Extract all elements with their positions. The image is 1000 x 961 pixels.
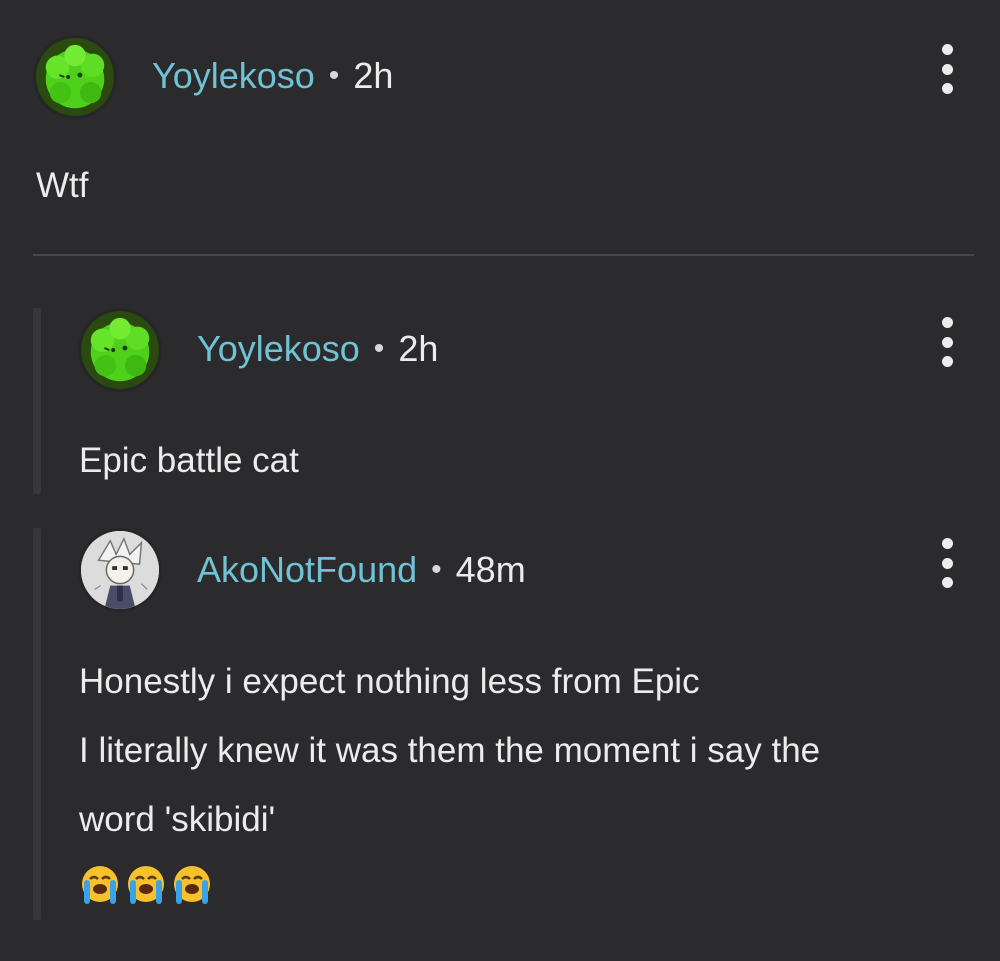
username[interactable]: Yoylekoso <box>152 55 315 96</box>
more-dot-icon <box>941 336 953 348</box>
more-dot-icon <box>941 44 953 55</box>
green-bush-avatar-icon <box>81 311 159 389</box>
more-dot-icon <box>941 63 953 75</box>
loudly-crying-face-icon <box>128 866 164 904</box>
comment-meta: Yoylekoso • 2h <box>152 58 393 94</box>
green-bush-avatar-icon <box>36 38 114 116</box>
comment-meta: AkoNotFound • 48m <box>197 552 526 588</box>
comment-text: Epic battle cat <box>79 441 299 480</box>
avatar[interactable] <box>81 531 159 609</box>
more-options-button[interactable] <box>937 538 957 588</box>
separator-dot: • <box>431 553 442 586</box>
username[interactable]: Yoylekoso <box>197 328 360 369</box>
loudly-crying-face-icon <box>174 866 210 904</box>
more-dot-icon <box>941 356 953 367</box>
divider <box>33 254 974 256</box>
comment-text-line: Honestly i expect nothing less from Epic <box>79 662 700 701</box>
comment-text-line: I literally knew it was them the moment … <box>79 731 821 770</box>
timestamp: 48m <box>455 549 526 590</box>
thread-line[interactable] <box>33 308 41 494</box>
avatar[interactable] <box>36 38 114 116</box>
more-options-button[interactable] <box>937 44 957 94</box>
emoji-row <box>78 862 214 906</box>
more-dot-icon <box>941 83 953 94</box>
anime-character-avatar-icon <box>81 531 159 609</box>
thread-line[interactable] <box>33 528 41 920</box>
timestamp: 2h <box>353 55 394 96</box>
comment-text: Wtf <box>36 166 89 205</box>
username[interactable]: AkoNotFound <box>197 549 417 590</box>
timestamp: 2h <box>398 328 439 369</box>
more-dot-icon <box>941 538 953 549</box>
comment-text-line: word 'skibidi' <box>79 800 276 839</box>
loudly-crying-face-icon <box>82 866 118 904</box>
more-dot-icon <box>941 317 953 328</box>
more-dot-icon <box>941 557 953 569</box>
more-dot-icon <box>941 577 953 588</box>
more-options-button[interactable] <box>937 317 957 367</box>
comment-meta: Yoylekoso • 2h <box>197 331 438 367</box>
avatar[interactable] <box>81 311 159 389</box>
separator-dot: • <box>328 59 340 92</box>
separator-dot: • <box>373 332 385 365</box>
